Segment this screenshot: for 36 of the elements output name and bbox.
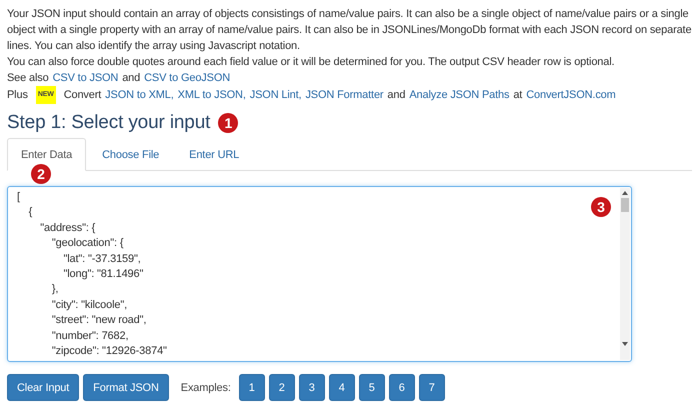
converter-link[interactable]: Analyze JSON Paths — [409, 87, 510, 103]
scrollbar-thumb[interactable] — [621, 198, 629, 212]
converter-link[interactable]: CSV to GeoJSON — [144, 70, 230, 86]
example-button[interactable]: 1 — [238, 374, 265, 401]
example-button[interactable]: 2 — [268, 374, 295, 401]
examples-label: Examples: — [180, 382, 231, 394]
scroll-down-icon[interactable] — [622, 342, 628, 346]
callout-marker: 2 — [31, 164, 51, 184]
line-text: and — [122, 71, 140, 86]
action-button[interactable]: Format JSON — [83, 374, 169, 401]
line-text: See also — [7, 71, 49, 86]
intro-note: You can also force double quotes around each field value or it will be determined for you. The output CSV header row is optional. — [7, 55, 616, 70]
example-button[interactable]: 4 — [328, 374, 355, 401]
line-text: at — [513, 88, 522, 103]
line-text: and — [387, 88, 406, 103]
example-button[interactable]: 6 — [388, 374, 415, 401]
callout-marker: 1 — [218, 113, 238, 133]
example-button[interactable]: 5 — [358, 374, 385, 401]
input-tab[interactable]: Enter URL — [175, 138, 254, 171]
line-text: Plus — [7, 88, 28, 103]
scrollbar[interactable] — [620, 188, 630, 360]
step-heading: Step 1: Select your input — [7, 112, 210, 134]
line-text: Convert — [64, 88, 102, 103]
intro-paragraph: Your JSON input should contain an array of objects consistings of name/value pairs. It can also be a single object of name/value pairs or a single object with a single property with an array of name/value pairs. It can also be in JSONLines/MongoDb format with each JSON record on separate lines. You can also identify the array using Javascript notation. — [7, 7, 692, 54]
callout-marker: 3 — [591, 197, 611, 217]
example-button[interactable]: 3 — [298, 374, 325, 401]
converter-link[interactable]: JSON to XML, — [105, 87, 174, 103]
input-tab[interactable]: Choose File — [88, 138, 174, 171]
action-button[interactable]: Clear Input — [7, 374, 80, 401]
converter-link[interactable]: ConvertJSON.com — [526, 87, 616, 103]
converter-link[interactable]: JSON Formatter — [305, 87, 384, 103]
converter-link[interactable]: CSV to JSON — [52, 70, 118, 86]
converter-link[interactable]: JSON Lint, — [250, 87, 302, 103]
converter-link[interactable]: XML to JSON, — [178, 87, 246, 103]
example-button[interactable]: 7 — [418, 374, 445, 401]
scroll-up-icon[interactable] — [622, 191, 628, 195]
